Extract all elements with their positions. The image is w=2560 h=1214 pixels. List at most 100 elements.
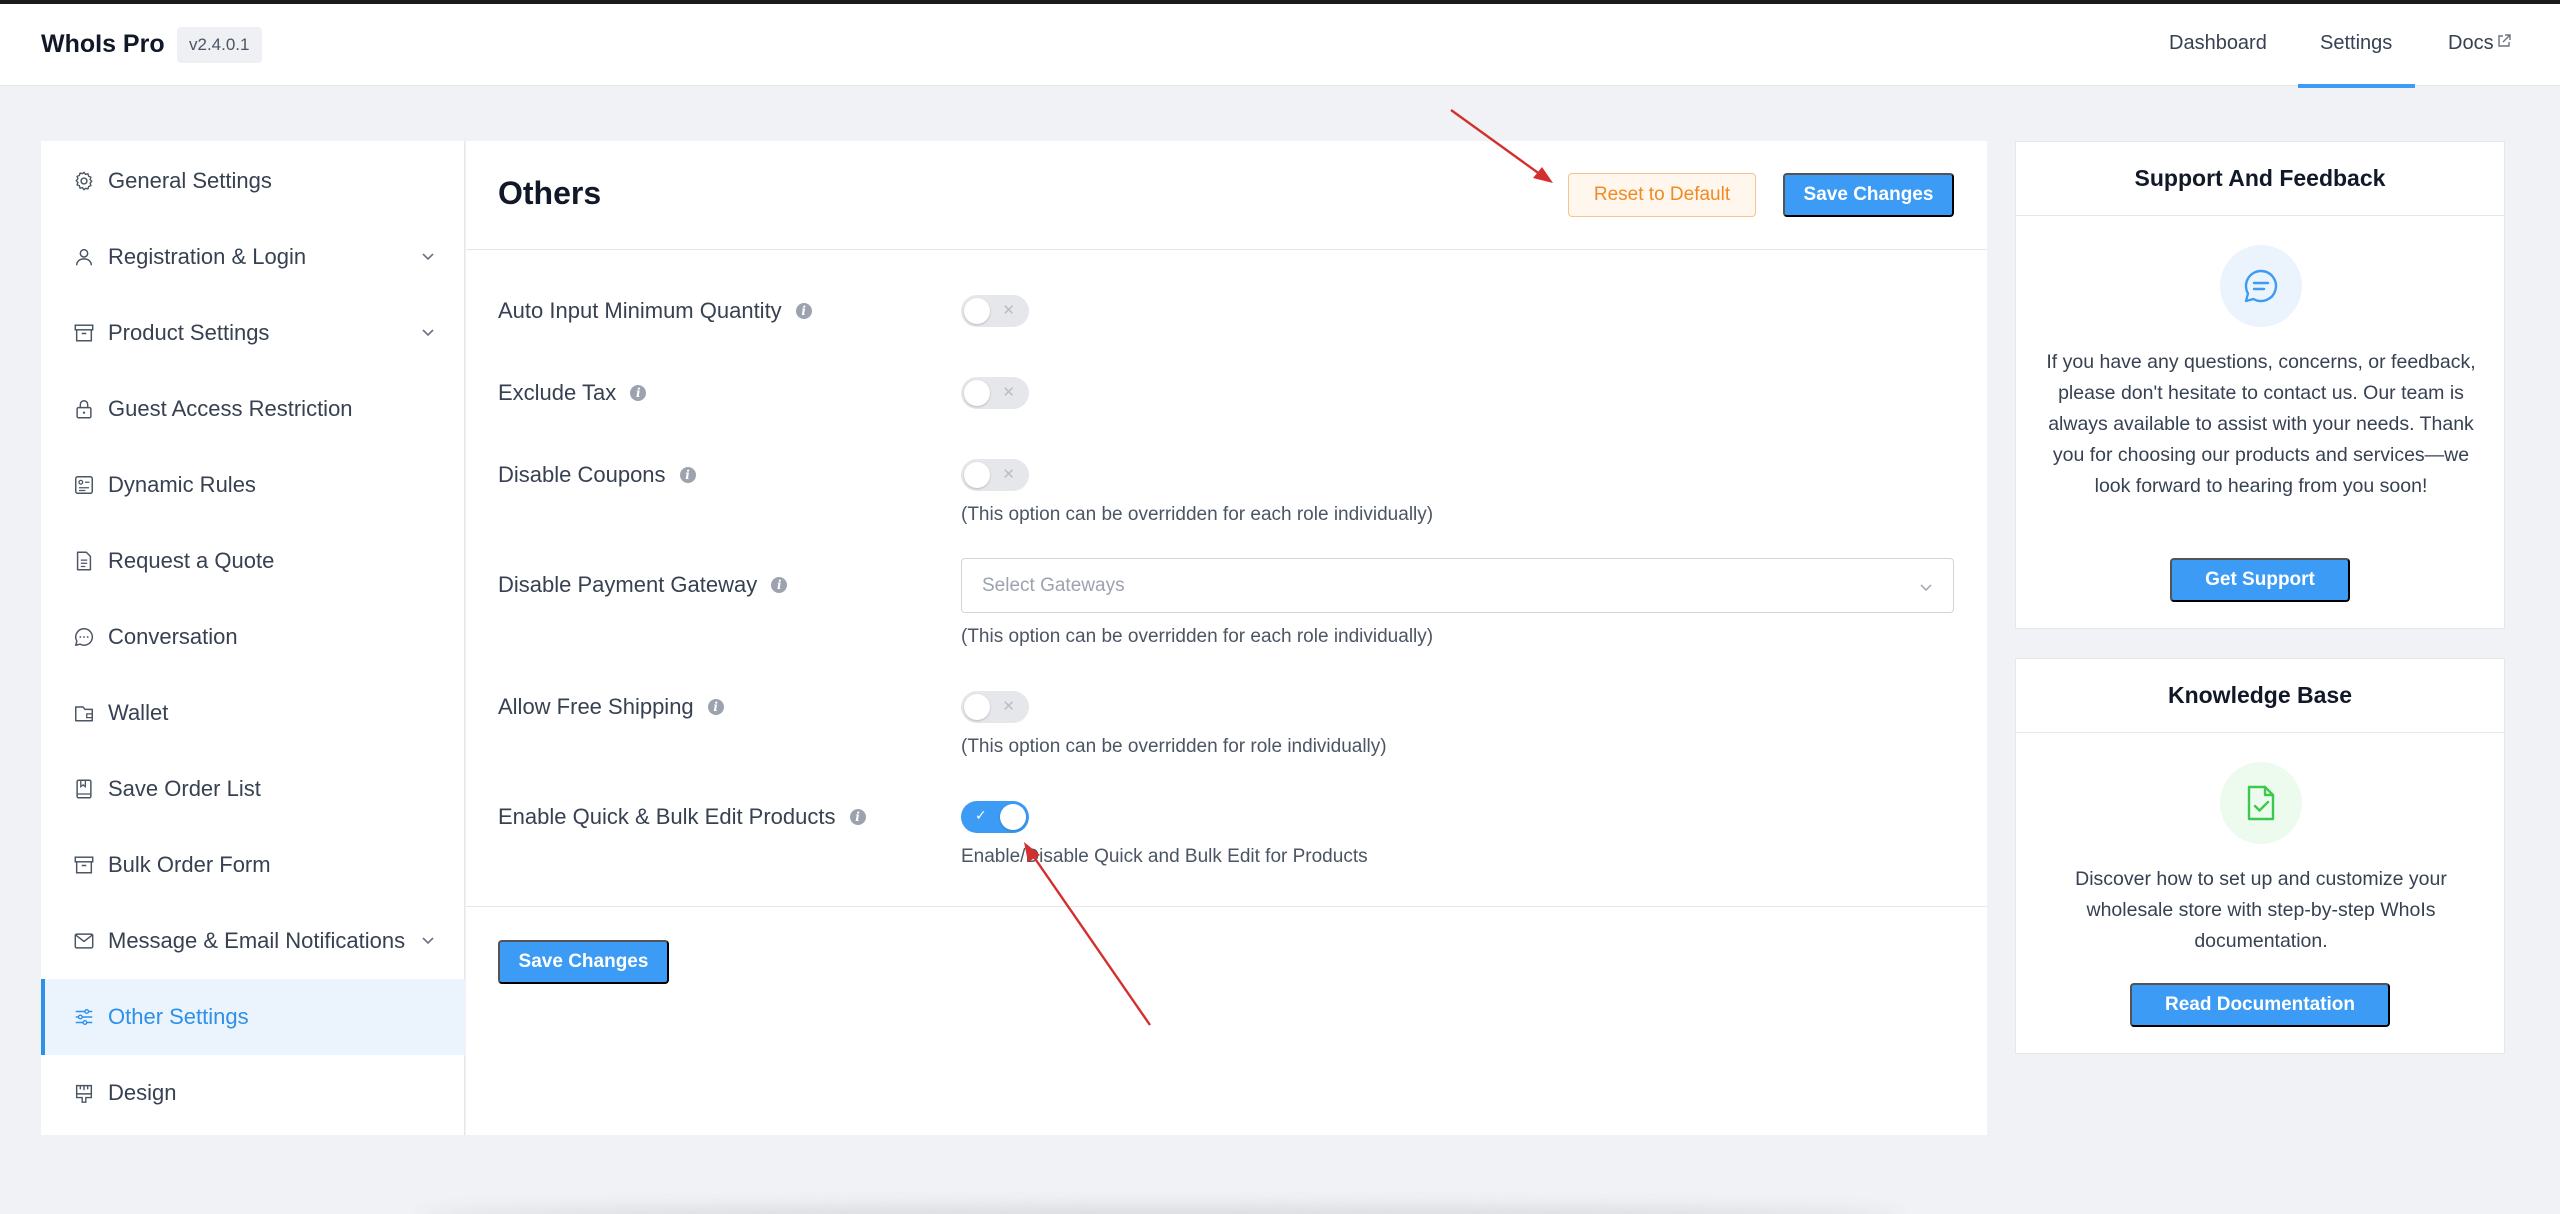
sidebar-item-other-settings[interactable]: Other Settings xyxy=(41,979,465,1055)
disable-gateway-hint: (This option can be overridden for each … xyxy=(961,626,1434,647)
sidebar-item-design[interactable]: Design xyxy=(41,1055,465,1131)
info-icon[interactable]: i xyxy=(849,809,866,825)
sidebar-item-message-email[interactable]: Message & Email Notifications xyxy=(41,903,465,979)
sidebar-item-label: Save Order List xyxy=(108,776,261,801)
chat-icon xyxy=(2244,269,2278,303)
nav-dashboard[interactable]: Dashboard xyxy=(2169,32,2267,55)
info-icon[interactable]: i xyxy=(707,699,724,715)
wallet-icon xyxy=(75,706,93,722)
nav-docs-label: Docs xyxy=(2448,32,2494,54)
header-divider xyxy=(466,249,1987,250)
version-badge: v2.4.0.1 xyxy=(177,27,262,63)
knowledge-card-title: Knowledge Base xyxy=(2016,659,2504,733)
toggle-knob xyxy=(1000,804,1026,830)
nav-active-indicator xyxy=(2298,84,2415,88)
setting-label: Enable Quick & Bulk Edit Products xyxy=(498,804,836,829)
free-shipping-toggle[interactable]: ✕ xyxy=(961,691,1029,723)
save-changes-button-bottom[interactable]: Save Changes xyxy=(498,940,669,984)
sidebar-item-save-order-list[interactable]: Save Order List xyxy=(41,751,465,827)
knowledge-icon-wrap xyxy=(2220,762,2302,844)
lock-icon xyxy=(76,400,92,419)
get-support-button[interactable]: Get Support xyxy=(2170,558,2350,602)
bookmark-icon xyxy=(76,779,92,799)
info-icon[interactable]: i xyxy=(679,467,696,483)
setting-label: Exclude Tax xyxy=(498,380,617,405)
sidebar-item-wallet[interactable]: Wallet xyxy=(41,675,465,751)
x-icon: ✕ xyxy=(1002,698,1015,715)
auto-input-toggle[interactable]: ✕ xyxy=(961,295,1029,327)
user-icon xyxy=(75,248,93,266)
read-documentation-button[interactable]: Read Documentation xyxy=(2130,983,2390,1027)
info-icon[interactable]: i xyxy=(771,577,788,593)
save-changes-button-top[interactable]: Save Changes xyxy=(1783,173,1954,217)
knowledge-base-card: Knowledge Base Discover how to set up an… xyxy=(2015,658,2505,1054)
chevron-down-icon xyxy=(422,937,434,945)
chevron-down-icon xyxy=(422,253,434,261)
gateway-select[interactable]: Select Gateways xyxy=(961,558,1954,613)
disable-coupons-toggle[interactable]: ✕ xyxy=(961,459,1029,491)
sidebar-item-product-settings[interactable]: Product Settings xyxy=(41,295,465,371)
sidebar-item-label: Product Settings xyxy=(108,320,270,345)
exclude-tax-toggle[interactable]: ✕ xyxy=(961,377,1029,409)
support-card: Support And Feedback If you have any que… xyxy=(2015,141,2505,629)
chevron-down-icon xyxy=(422,329,434,337)
app-name: WhoIs Pro xyxy=(41,30,165,58)
sidebar-item-label: General Settings xyxy=(108,168,272,193)
x-icon: ✕ xyxy=(1002,302,1015,319)
settings-sidebar: General Settings Registration & Login Pr… xyxy=(41,141,465,1135)
free-shipping-label: Allow Free Shipping i xyxy=(498,694,724,720)
x-icon: ✕ xyxy=(1002,466,1015,483)
chat-icon xyxy=(75,628,94,646)
gear-icon xyxy=(75,171,93,191)
sidebar-item-label: Conversation xyxy=(108,624,238,649)
footer-divider xyxy=(466,906,1987,907)
top-header: WhoIs Pro v2.4.0.1 Dashboard Settings Do… xyxy=(0,4,2560,88)
quick-bulk-label: Enable Quick & Bulk Edit Products i xyxy=(498,804,866,830)
archive-icon xyxy=(74,856,94,874)
sidebar-item-label: Message & Email Notifications xyxy=(108,928,406,953)
free-shipping-hint: (This option can be overridden for role … xyxy=(961,736,1387,757)
setting-label: Disable Coupons xyxy=(498,462,666,487)
sidebar-item-bulk-order-form[interactable]: Bulk Order Form xyxy=(41,827,465,903)
toggle-knob xyxy=(964,298,990,324)
setting-label: Disable Payment Gateway xyxy=(498,572,758,597)
auto-input-label: Auto Input Minimum Quantity i xyxy=(498,298,812,324)
sidebar-item-label: Request a Quote xyxy=(108,548,275,573)
nav-docs[interactable]: Docs xyxy=(2448,32,2511,55)
sidebar-item-label: Design xyxy=(108,1080,177,1105)
sidebar-item-guest-access[interactable]: Guest Access Restriction xyxy=(41,371,465,447)
sidebar-item-label: Guest Access Restriction xyxy=(108,396,353,421)
sidebar-item-label: Wallet xyxy=(108,700,169,725)
design-icon xyxy=(75,1084,93,1103)
setting-label: Auto Input Minimum Quantity xyxy=(498,298,782,323)
disable-coupons-label: Disable Coupons i xyxy=(498,462,696,488)
x-icon: ✕ xyxy=(1002,384,1015,401)
quick-bulk-toggle[interactable]: ✓ xyxy=(961,801,1029,833)
support-card-text: If you have any questions, concerns, or … xyxy=(2046,351,2476,497)
sidebar-item-conversation[interactable]: Conversation xyxy=(41,599,465,675)
toggle-knob xyxy=(964,462,990,488)
chevron-down-icon xyxy=(1920,584,1932,592)
info-icon[interactable]: i xyxy=(795,303,812,319)
nav-settings[interactable]: Settings xyxy=(2320,32,2392,55)
page-title: Others xyxy=(498,175,602,211)
rules-icon xyxy=(75,476,93,494)
sidebar-item-request-quote[interactable]: Request a Quote xyxy=(41,523,465,599)
bottom-shadow xyxy=(420,1206,1900,1214)
sidebar-item-registration-login[interactable]: Registration & Login xyxy=(41,219,465,295)
disable-coupons-hint: (This option can be overridden for each … xyxy=(961,504,1434,525)
info-icon[interactable]: i xyxy=(630,385,647,401)
sidebar-item-dynamic-rules[interactable]: Dynamic Rules xyxy=(41,447,465,523)
sidebar-item-label: Other Settings xyxy=(108,1004,249,1029)
sliders-icon xyxy=(75,1008,93,1026)
support-card-title: Support And Feedback xyxy=(2016,142,2504,216)
settings-main-panel: Others Reset to Default Save Changes Aut… xyxy=(466,141,1987,1135)
sidebar-item-general-settings[interactable]: General Settings xyxy=(41,143,465,219)
reset-to-default-button[interactable]: Reset to Default xyxy=(1568,173,1756,217)
setting-label: Allow Free Shipping xyxy=(498,694,694,719)
document-icon xyxy=(76,551,92,571)
quick-bulk-hint: Enable/Disable Quick and Bulk Edit for P… xyxy=(961,846,1368,867)
external-link-icon xyxy=(2497,34,2511,47)
exclude-tax-label: Exclude Tax i xyxy=(498,380,647,406)
archive-icon xyxy=(74,324,94,342)
